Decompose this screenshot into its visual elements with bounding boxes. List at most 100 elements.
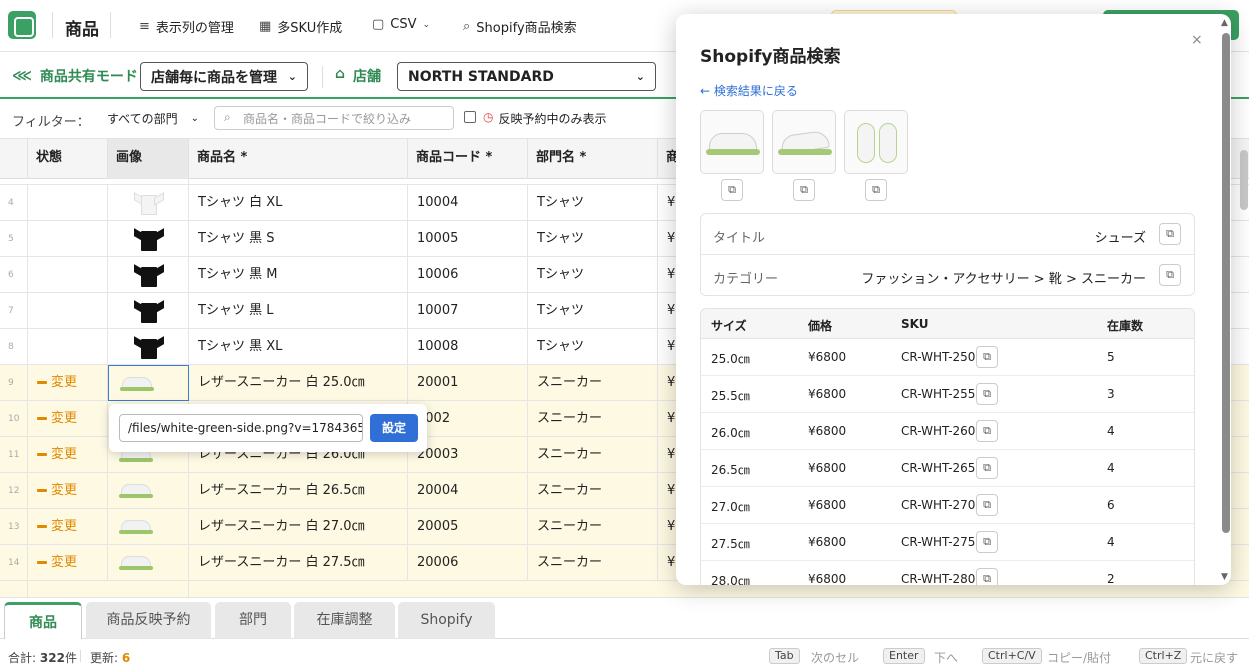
- file-icon: ▢: [372, 17, 385, 32]
- name-cell[interactable]: レザースニーカー 白 27.0㎝: [189, 509, 408, 545]
- name-cell[interactable]: レザースニーカー 白 25.0㎝: [189, 365, 408, 401]
- set-image-button[interactable]: 設定: [370, 414, 418, 442]
- scroll-up-icon[interactable]: ▲: [1221, 18, 1228, 28]
- department-cell[interactable]: スニーカー: [528, 365, 658, 401]
- tab-products[interactable]: 商品: [4, 602, 82, 639]
- copy-sku-button[interactable]: ⧉: [976, 457, 998, 479]
- code-cell[interactable]: 20006: [408, 545, 528, 581]
- status-cell[interactable]: [28, 329, 108, 365]
- back-to-results-link[interactable]: ← 検索結果に戻る: [700, 82, 798, 99]
- status-cell[interactable]: 変更: [28, 473, 108, 509]
- variant-size: 26.5㎝: [711, 463, 750, 477]
- image-cell[interactable]: [108, 185, 189, 221]
- tab-product-reservations[interactable]: 商品反映予約: [86, 602, 211, 639]
- code-cell[interactable]: 20001: [408, 365, 528, 401]
- menu-csv[interactable]: ▢ CSV ⌄: [372, 17, 430, 32]
- name-cell[interactable]: Tシャツ 黒 S: [189, 221, 408, 257]
- close-icon[interactable]: ×: [1191, 32, 1203, 48]
- copy-sku-button[interactable]: ⧉: [976, 568, 998, 585]
- image-cell[interactable]: [108, 365, 189, 401]
- tab-shopify[interactable]: Shopify: [398, 602, 495, 639]
- variant-table-header: サイズ 価格 SKU 在庫数: [701, 309, 1194, 339]
- image-cell[interactable]: [108, 581, 189, 598]
- status-cell[interactable]: [28, 257, 108, 293]
- copy-sku-button[interactable]: ⧉: [976, 494, 998, 516]
- name-cell[interactable]: Tシャツ 白 XL: [189, 185, 408, 221]
- name-cell[interactable]: レザースニーカー 白 27.5㎝: [189, 545, 408, 581]
- code-cell[interactable]: 10007: [408, 293, 528, 329]
- copy-image-url-button[interactable]: ⧉: [721, 179, 743, 201]
- code-cell[interactable]: 10008: [408, 329, 528, 365]
- copy-category-button[interactable]: ⧉: [1159, 264, 1181, 286]
- column-header-code[interactable]: 商品コード *: [408, 139, 528, 179]
- copy-sku-button[interactable]: ⧉: [976, 420, 998, 442]
- image-url-input[interactable]: /files/white-green-side.png?v=1784365531: [119, 414, 363, 442]
- code-cell[interactable]: 10004: [408, 185, 528, 221]
- status-cell[interactable]: [28, 293, 108, 329]
- department-cell[interactable]: Tシャツ: [528, 185, 658, 221]
- code-cell[interactable]: 20005: [408, 509, 528, 545]
- department-cell[interactable]: スニーカー: [528, 545, 658, 581]
- image-cell[interactable]: [108, 509, 189, 545]
- name-cell[interactable]: レザースニーカー 白 26.5㎝: [189, 473, 408, 509]
- name-cell[interactable]: Tシャツ 黒 XL: [189, 329, 408, 365]
- department-select[interactable]: すべての部門 ⌄: [97, 106, 203, 130]
- variant-stock: 4: [1107, 461, 1115, 475]
- copy-sku-button[interactable]: ⧉: [976, 531, 998, 553]
- product-image-3[interactable]: [844, 110, 908, 174]
- menu-column-manage[interactable]: ≡ 表示列の管理: [139, 17, 234, 36]
- status-cell[interactable]: 変更: [28, 401, 108, 437]
- department-cell[interactable]: Tシャツ: [528, 329, 658, 365]
- variant-sku: CR-WHT-250: [901, 350, 976, 364]
- image-cell[interactable]: [108, 221, 189, 257]
- scroll-down-icon[interactable]: ▼: [1221, 572, 1228, 582]
- code-cell[interactable]: 20004: [408, 473, 528, 509]
- column-header-name[interactable]: 商品名 *: [189, 139, 408, 179]
- copy-image-url-button[interactable]: ⧉: [793, 179, 815, 201]
- product-image-1[interactable]: [700, 110, 764, 174]
- department-cell[interactable]: スニーカー: [528, 473, 658, 509]
- name-cell[interactable]: Tシャツ 黒 L: [189, 293, 408, 329]
- department-cell[interactable]: スニーカー: [528, 509, 658, 545]
- mode-select[interactable]: 店舗毎に商品を管理 ⌄: [140, 62, 308, 91]
- status-cell[interactable]: 変更: [28, 437, 108, 473]
- pending-only-checkbox[interactable]: [464, 111, 476, 123]
- image-cell[interactable]: [108, 257, 189, 293]
- department-cell[interactable]: Tシャツ: [528, 257, 658, 293]
- department-cell[interactable]: Tシャツ: [528, 293, 658, 329]
- tab-departments[interactable]: 部門: [215, 602, 291, 639]
- status-cell[interactable]: 変更: [28, 509, 108, 545]
- tab-stock-adjustment[interactable]: 在庫調整: [294, 602, 395, 639]
- table-scrollbar[interactable]: [1240, 150, 1248, 210]
- panel-scroll-thumb[interactable]: [1222, 33, 1230, 533]
- store-select[interactable]: NORTH STANDARD ⌄: [397, 62, 656, 91]
- shortcut-key: Ctrl+C/V: [982, 648, 1042, 664]
- updated-label: 更新:: [90, 651, 119, 665]
- code-cell[interactable]: 10006: [408, 257, 528, 293]
- status-cell[interactable]: 変更: [28, 545, 108, 581]
- status-cell[interactable]: [28, 221, 108, 257]
- variant-stock: 4: [1107, 535, 1115, 549]
- column-header-department[interactable]: 部門名 *: [528, 139, 658, 179]
- image-cell[interactable]: [108, 293, 189, 329]
- department-cell[interactable]: スニーカー: [528, 401, 658, 437]
- image-cell[interactable]: [108, 329, 189, 365]
- copy-sku-button[interactable]: ⧉: [976, 346, 998, 368]
- status-cell[interactable]: 変更: [28, 365, 108, 401]
- search-input[interactable]: ⌕ 商品名・商品コードで絞り込み: [214, 106, 454, 130]
- copy-title-button[interactable]: ⧉: [1159, 223, 1181, 245]
- column-header-image[interactable]: 画像: [108, 139, 189, 179]
- code-cell[interactable]: 10005: [408, 221, 528, 257]
- department-cell[interactable]: スニーカー: [528, 437, 658, 473]
- image-cell[interactable]: [108, 473, 189, 509]
- copy-sku-button[interactable]: ⧉: [976, 383, 998, 405]
- menu-multi-sku[interactable]: ▦ 多SKU作成: [259, 17, 342, 36]
- copy-image-url-button[interactable]: ⧉: [865, 179, 887, 201]
- product-image-2[interactable]: [772, 110, 836, 174]
- name-cell[interactable]: Tシャツ 黒 M: [189, 257, 408, 293]
- department-cell[interactable]: Tシャツ: [528, 221, 658, 257]
- status-cell[interactable]: [28, 185, 108, 221]
- column-header-status[interactable]: 状態: [28, 139, 108, 179]
- menu-shopify-search[interactable]: ⌕ Shopify商品検索: [463, 17, 577, 36]
- image-cell[interactable]: [108, 545, 189, 581]
